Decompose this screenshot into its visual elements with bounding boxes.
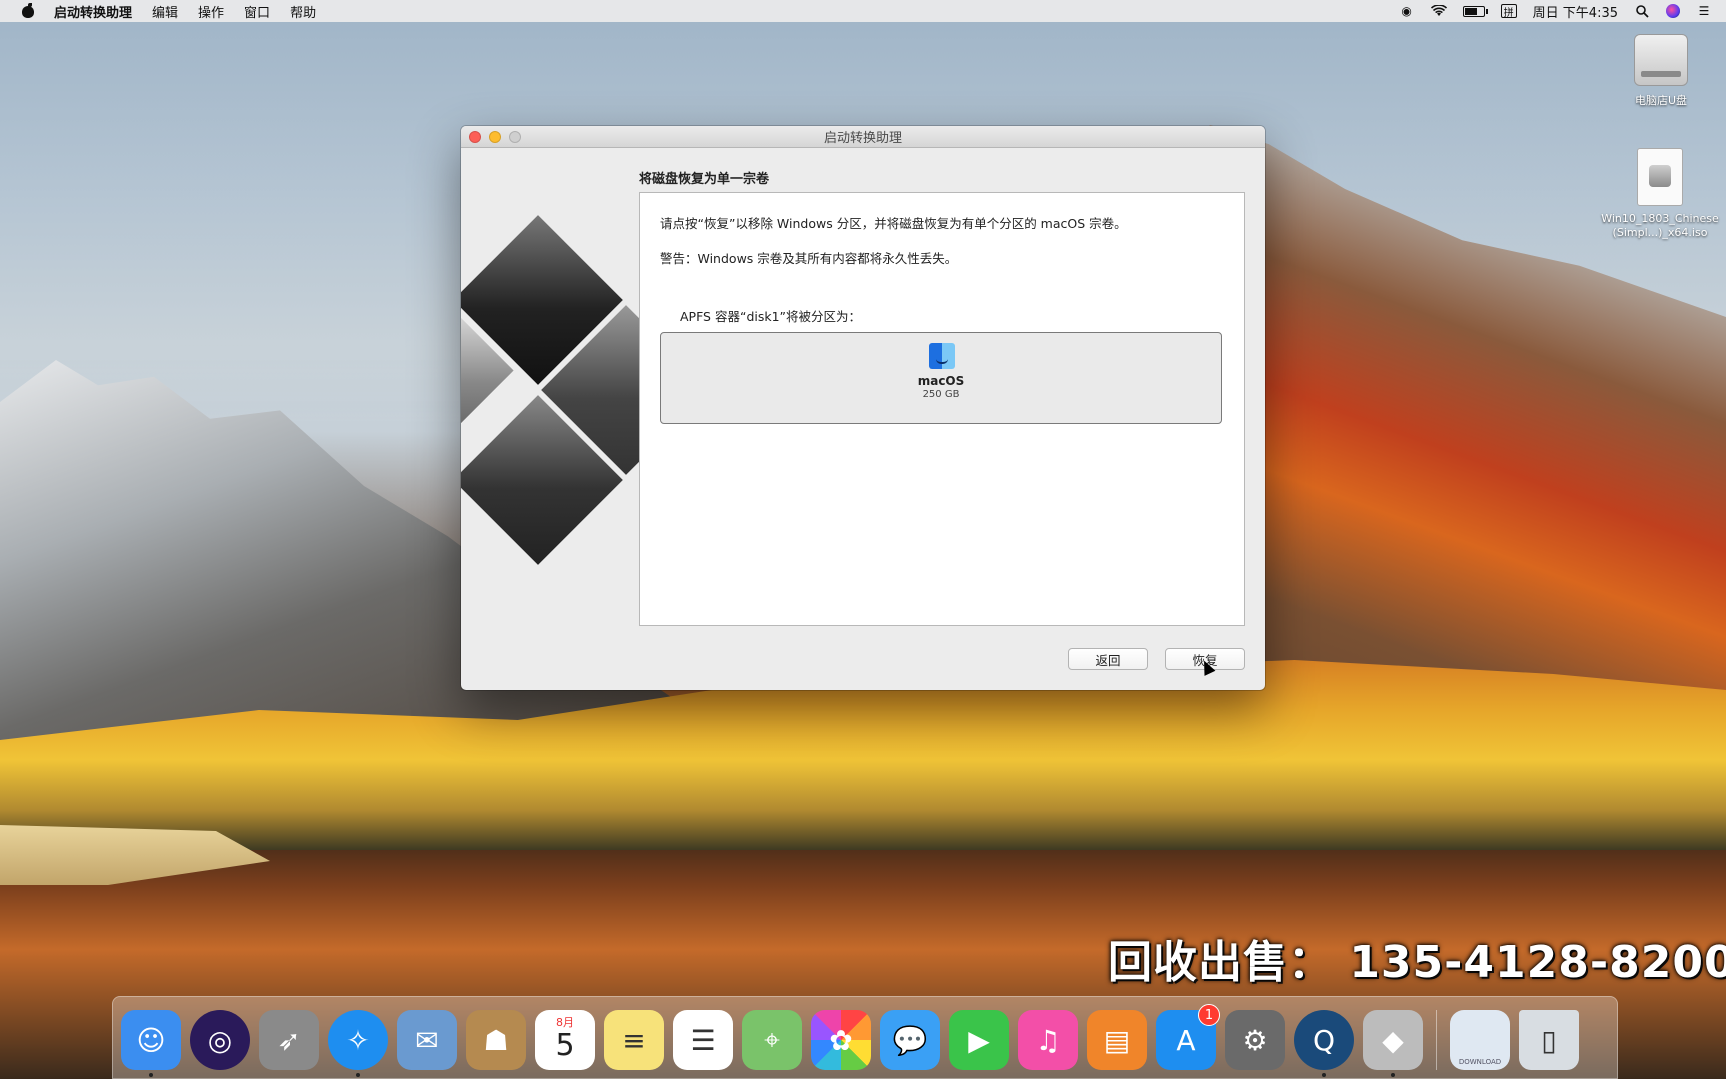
dock-item-label: DOWNLOAD <box>1458 1058 1502 1066</box>
close-button[interactable] <box>469 131 481 143</box>
usb-drive-icon <box>1634 34 1688 86</box>
dock-item-messages[interactable]: 💬 <box>880 1010 940 1070</box>
input-method-icon[interactable]: 拼 <box>1500 4 1517 19</box>
quicktime-icon: Q <box>1312 1023 1336 1057</box>
iso-file-icon <box>1637 148 1683 206</box>
menu-app-name[interactable]: 启动转换助理 <box>54 2 132 21</box>
running-indicator <box>1391 1073 1395 1077</box>
page-heading: 将磁盘恢复为单一宗卷 <box>639 172 770 187</box>
minimize-button[interactable] <box>489 131 501 143</box>
dock-item-calendar[interactable]: 8月 5 <box>535 1010 595 1070</box>
reminders-icon: ☰ <box>690 1023 716 1057</box>
notes-icon: ≡ <box>622 1023 646 1057</box>
running-indicator <box>1322 1073 1326 1077</box>
desktop-icon-label: 电脑店U盘 <box>1634 94 1688 107</box>
running-indicator <box>149 1073 153 1077</box>
compass-icon: ✧ <box>346 1023 370 1057</box>
dock-item-contacts[interactable]: ☗ <box>466 1010 526 1070</box>
dock-separator <box>1436 1010 1437 1070</box>
menu-help[interactable]: 帮助 <box>290 2 316 21</box>
dock-item-launchpad[interactable]: ➶ <box>259 1010 319 1070</box>
dock-item-safari[interactable]: ✧ <box>328 1010 388 1077</box>
menu-action[interactable]: 操作 <box>198 2 224 21</box>
dock-item-boot-camp-assistant[interactable]: ◆ <box>1363 1010 1423 1077</box>
siri-icon: ◎ <box>207 1023 233 1057</box>
trash-icon: ▯ <box>1541 1023 1557 1057</box>
finder-icon: ☺ <box>136 1023 166 1057</box>
stamp-icon: ✉ <box>415 1023 439 1057</box>
zoom-button[interactable] <box>509 131 521 143</box>
contacts-icon: ☗ <box>483 1023 509 1057</box>
dock-item-reminders[interactable]: ☰ <box>673 1010 733 1070</box>
dock-item-photos[interactable]: ✿ <box>811 1010 871 1070</box>
book-icon: ▤ <box>1103 1023 1131 1057</box>
window-title: 启动转换助理 <box>823 131 902 146</box>
partition-name: macOS <box>917 374 965 388</box>
desktop-icon-usb[interactable]: 电脑店U盘 <box>1622 34 1700 108</box>
dock-item-ibooks[interactable]: ▤ <box>1087 1010 1147 1070</box>
menu-bar: 启动转换助理 编辑 操作 窗口 帮助 ◉ 拼 周日 下午4:35 ☰ <box>0 0 1726 22</box>
notification-badge: 1 <box>1198 1004 1220 1026</box>
desktop-icon-iso[interactable]: Win10_1803_Chinese(Simpl...)_x64.iso <box>1600 148 1720 240</box>
window-titlebar[interactable]: 启动转换助理 <box>461 126 1265 148</box>
partition-size: 250 GB <box>922 389 960 400</box>
gear-icon: ⚙ <box>1242 1023 1268 1057</box>
screen-record-icon[interactable]: ◉ <box>1399 4 1415 18</box>
music-note-icon: ♫ <box>1035 1023 1061 1057</box>
dock-item-finder[interactable]: ☺ <box>121 1010 181 1077</box>
photos-icon: ✿ <box>829 1023 853 1057</box>
partition-view[interactable]: macOS 250 GB <box>660 332 1222 424</box>
battery-icon[interactable] <box>1462 5 1488 17</box>
desktop-icon-label: Win10_1803_Chinese(Simpl...)_x64.iso <box>1601 212 1719 239</box>
content-panel: 请点按“恢复”以移除 Windows 分区，并将磁盘恢复为有单个分区的 macO… <box>639 192 1245 626</box>
maps-icon: ⌖ <box>764 1023 780 1056</box>
dock-item-downloads[interactable]: DOWNLOAD <box>1450 1010 1510 1070</box>
dock-item-siri[interactable]: ◎ <box>190 1010 250 1070</box>
status-area: ◉ 拼 周日 下午4:35 ☰ <box>1399 2 1712 21</box>
back-button[interactable]: 返回 <box>1068 648 1148 670</box>
macos-volume-icon <box>929 343 955 369</box>
menu-edit[interactable]: 编辑 <box>152 2 178 21</box>
notification-center-icon[interactable]: ☰ <box>1696 4 1712 18</box>
menu-window[interactable]: 窗口 <box>244 2 270 21</box>
dock-item-maps[interactable]: ⌖ <box>742 1010 802 1070</box>
running-indicator <box>356 1073 360 1077</box>
dock-item-notes[interactable]: ≡ <box>604 1010 664 1070</box>
wallpaper-grass <box>0 825 270 885</box>
instruction-text: 请点按“恢复”以移除 Windows 分区，并将磁盘恢复为有单个分区的 macO… <box>660 216 1127 231</box>
apple-menu-icon[interactable] <box>20 3 36 19</box>
container-label: APFS 容器“disk1”将被分区为： <box>680 309 862 324</box>
dock-item-mail[interactable]: ✉ <box>397 1010 457 1070</box>
dock-item-quicktime[interactable]: Q <box>1294 1010 1354 1077</box>
watermark-text: 回收出售： 135-4128-8200 <box>1108 937 1726 988</box>
window-controls <box>469 131 521 143</box>
wifi-icon[interactable] <box>1430 4 1447 18</box>
dock: ☺ ◎ ➶ ✧ ✉ ☗ 8月 5 ≡ ☰ ⌖ ✿ 💬 ▶ ♫ ▤ A 1 ⚙ Q ◆ DOWNLOAD ▯ <box>112 996 1618 1079</box>
messages-icon: 💬 <box>892 1023 928 1057</box>
dock-item-facetime[interactable]: ▶ <box>949 1010 1009 1070</box>
menu-clock[interactable]: 周日 下午4:35 <box>1533 2 1618 21</box>
facetime-icon: ▶ <box>968 1023 990 1057</box>
dock-item-itunes[interactable]: ♫ <box>1018 1010 1078 1070</box>
siri-icon[interactable] <box>1666 4 1680 18</box>
dock-item-system-preferences[interactable]: ⚙ <box>1225 1010 1285 1070</box>
warning-text: 警告：Windows 宗卷及其所有内容都将永久性丢失。 <box>660 251 958 266</box>
bootcamp-icon: ◆ <box>1382 1023 1404 1057</box>
calendar-day: 5 <box>555 1028 575 1063</box>
spotlight-icon[interactable] <box>1634 4 1650 18</box>
dock-item-trash[interactable]: ▯ <box>1519 1010 1579 1070</box>
bootcamp-window: 启动转换助理 将磁盘恢复为单一宗卷 请点按“恢复”以移除 Windows 分区，… <box>461 126 1265 690</box>
dock-item-app-store[interactable]: A1 <box>1156 1004 1220 1070</box>
rocket-icon: ➶ <box>277 1023 301 1057</box>
